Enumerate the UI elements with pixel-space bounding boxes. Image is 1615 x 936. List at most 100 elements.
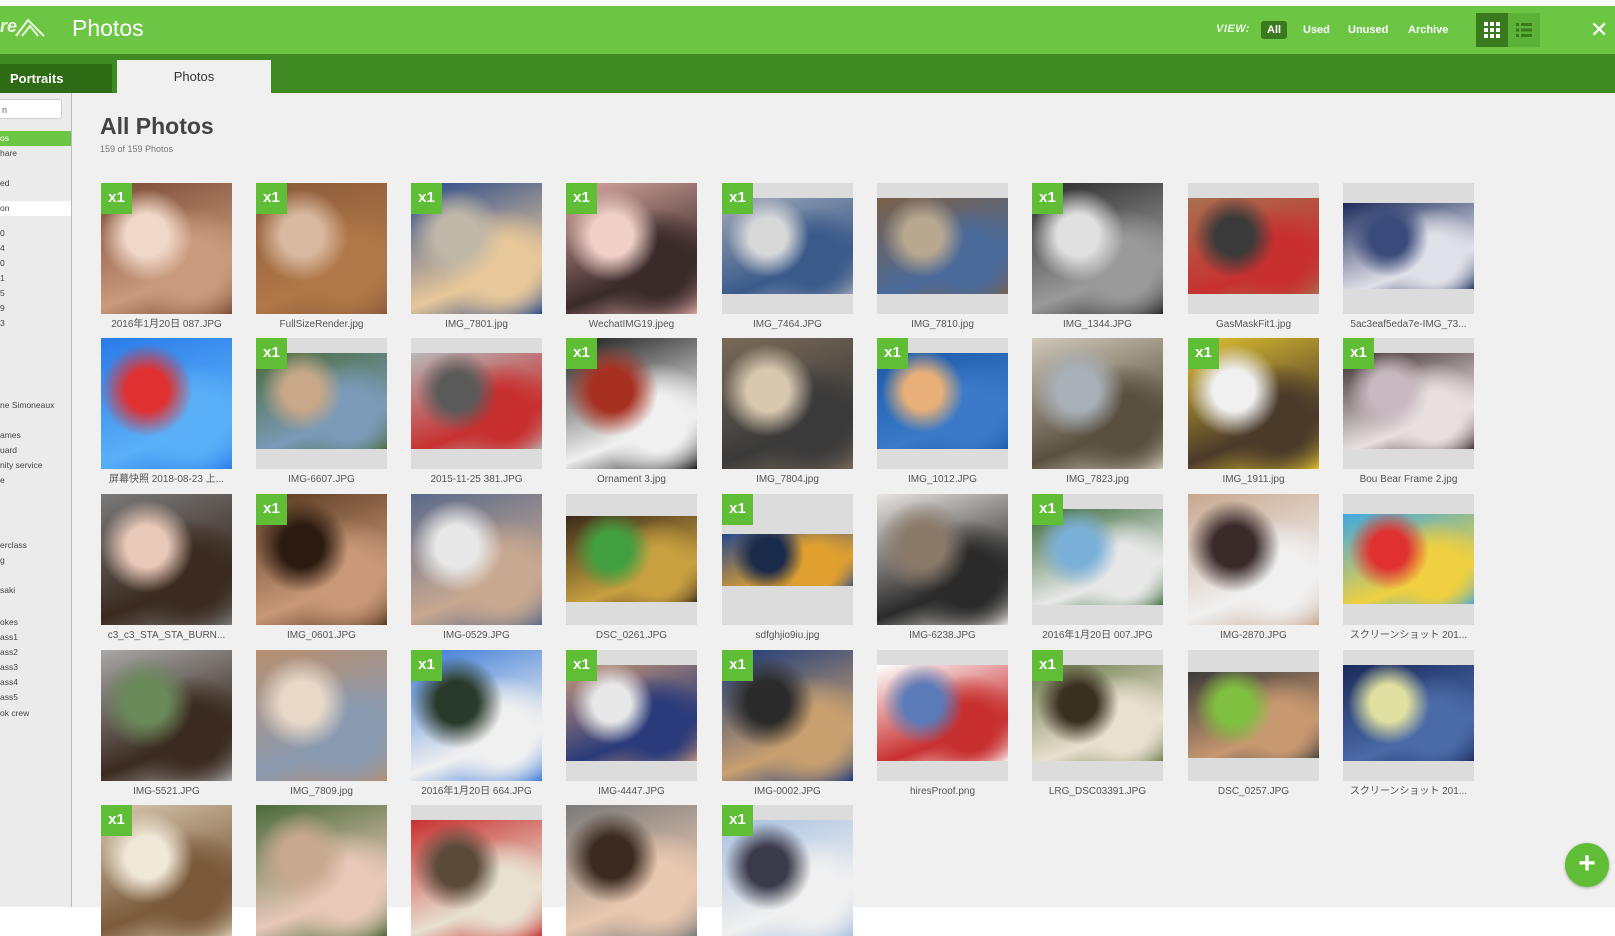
sidebar-item[interactable]: ass2 xyxy=(0,645,71,660)
add-photo-button[interactable]: + xyxy=(1565,843,1609,887)
sidebar-item[interactable]: ok crew xyxy=(0,706,71,721)
photo-tile[interactable] xyxy=(1188,183,1319,314)
sidebar-item[interactable]: 4 xyxy=(0,241,71,256)
sidebar-item[interactable]: 0 xyxy=(0,256,71,271)
sidebar-item[interactable]: 9 xyxy=(0,301,71,316)
photo-tile[interactable] xyxy=(101,650,232,781)
sidebar-item[interactable]: okes xyxy=(0,615,71,630)
view-all-button[interactable]: All xyxy=(1261,21,1288,39)
sidebar-item[interactable]: ass5 xyxy=(0,690,71,705)
photo-filename: IMG_1344.JPG xyxy=(1063,319,1132,330)
sidebar-item[interactable]: ass4 xyxy=(0,675,71,690)
photo-filename: IMG_7801.jpg xyxy=(445,319,508,330)
photo-tile[interactable]: x1 xyxy=(256,494,387,625)
sidebar-item[interactable]: saki xyxy=(0,583,71,598)
photo-tile[interactable]: x1 xyxy=(722,183,853,314)
photo-tile[interactable] xyxy=(1343,650,1474,781)
tab-bar: Portraits Photos xyxy=(0,54,1615,93)
sidebar-item[interactable]: 5 xyxy=(0,286,71,301)
usage-badge: x1 xyxy=(1032,494,1063,525)
photo-tile[interactable]: x1 xyxy=(1188,338,1319,469)
photo-tile[interactable] xyxy=(1188,494,1319,625)
sidebar-item[interactable]: g xyxy=(0,553,71,568)
photo-filename: c3_c3_STA_STA_BURN... xyxy=(107,630,226,641)
sidebar-item[interactable]: 0 xyxy=(0,226,71,241)
photo-thumbnail xyxy=(877,665,1008,761)
photo-tile[interactable] xyxy=(101,494,232,625)
photo-filename: DSC_0257.JPG xyxy=(1217,786,1290,797)
photo-tile[interactable]: x1 xyxy=(1032,183,1163,314)
photo-tile[interactable] xyxy=(256,650,387,781)
photo-tile[interactable]: x1 xyxy=(566,650,697,781)
photo-filename: 2016年1月20日 007.JPG xyxy=(1042,630,1153,641)
close-icon[interactable]: ✕ xyxy=(1590,19,1608,41)
photo-filename: スクリーンショット 201... xyxy=(1349,786,1468,797)
photo-tile[interactable]: x1 xyxy=(877,338,1008,469)
view-label: VIEW: xyxy=(1216,23,1250,35)
sidebar-item[interactable]: hare xyxy=(0,146,71,161)
photo-tile[interactable]: x1 xyxy=(722,494,853,625)
photo-tile[interactable] xyxy=(1343,183,1474,314)
photo-tile[interactable] xyxy=(566,494,697,625)
sidebar-item[interactable]: nity service xyxy=(0,458,71,473)
photo-tile[interactable] xyxy=(722,338,853,469)
photo-tile[interactable]: x1 xyxy=(101,183,232,314)
sidebar-item[interactable]: e xyxy=(0,473,71,488)
photo-tile[interactable] xyxy=(256,805,387,936)
photo-tile[interactable]: x1 xyxy=(256,183,387,314)
grid-view-button[interactable] xyxy=(1476,13,1508,47)
sidebar-item[interactable]: 1 xyxy=(0,271,71,286)
view-archive-button[interactable]: Archive xyxy=(1402,21,1454,39)
photo-tile[interactable]: x1 xyxy=(411,183,542,314)
list-view-button[interactable] xyxy=(1508,13,1540,47)
photo-tile[interactable] xyxy=(411,805,542,936)
photo-tile[interactable] xyxy=(1343,494,1474,625)
photo-filename: IMG_1911.jpg xyxy=(1222,474,1285,485)
photo-tile[interactable] xyxy=(877,183,1008,314)
photo-filename: Ornament 3.jpg xyxy=(597,474,666,485)
photo-filename: IMG_7810.jpg xyxy=(911,319,974,330)
photo-thumbnail xyxy=(877,494,1008,625)
photo-thumbnail xyxy=(722,534,853,586)
photo-tile[interactable]: x1 xyxy=(1343,338,1474,469)
photo-tile[interactable]: x1 xyxy=(566,183,697,314)
view-used-button[interactable]: Used xyxy=(1297,21,1336,39)
photo-thumbnail xyxy=(101,494,232,625)
photo-tile[interactable]: x1 xyxy=(722,805,853,936)
photo-tile[interactable] xyxy=(411,494,542,625)
sidebar-search-input[interactable]: n xyxy=(0,99,62,119)
photo-tile[interactable]: x1 xyxy=(722,650,853,781)
photo-tile[interactable] xyxy=(1032,338,1163,469)
sidebar-item[interactable]: ames xyxy=(0,428,71,443)
photo-tile[interactable]: x1 xyxy=(1032,494,1163,625)
photo-filename: 2016年1月20日 664.JPG xyxy=(421,786,532,797)
sidebar-item[interactable]: ed xyxy=(0,176,71,191)
photo-tile[interactable] xyxy=(566,805,697,936)
sidebar-item[interactable] xyxy=(0,376,71,391)
sidebar-item[interactable]: on xyxy=(0,201,71,216)
photo-tile[interactable] xyxy=(411,338,542,469)
photo-tile[interactable]: x1 xyxy=(566,338,697,469)
photo-thumbnail xyxy=(256,805,387,936)
tab-portraits[interactable]: Portraits xyxy=(0,64,112,93)
photo-tile[interactable]: x1 xyxy=(256,338,387,469)
photo-filename: 2015-11-25 381.JPG xyxy=(430,474,523,485)
view-unused-button[interactable]: Unused xyxy=(1342,21,1394,39)
photo-tile[interactable]: x1 xyxy=(101,805,232,936)
photo-tile[interactable] xyxy=(101,338,232,469)
photo-tile[interactable] xyxy=(1188,650,1319,781)
photo-tile[interactable]: x1 xyxy=(411,650,542,781)
sidebar-item[interactable]: ass3 xyxy=(0,660,71,675)
photo-filename: IMG-5521.JPG xyxy=(133,786,200,797)
tab-photos[interactable]: Photos xyxy=(117,60,271,93)
sidebar-item[interactable]: uard xyxy=(0,443,71,458)
photo-tile[interactable] xyxy=(877,650,1008,781)
photo-tile[interactable] xyxy=(877,494,1008,625)
sidebar-item[interactable]: ass1 xyxy=(0,630,71,645)
sidebar-item[interactable]: erclass xyxy=(0,538,71,553)
sidebar-item[interactable]: 3 xyxy=(0,316,71,331)
photo-tile[interactable]: x1 xyxy=(1032,650,1163,781)
sidebar-item[interactable]: os xyxy=(0,131,71,146)
usage-badge: x1 xyxy=(566,650,597,681)
sidebar-item[interactable]: ne Simoneaux xyxy=(0,398,71,413)
